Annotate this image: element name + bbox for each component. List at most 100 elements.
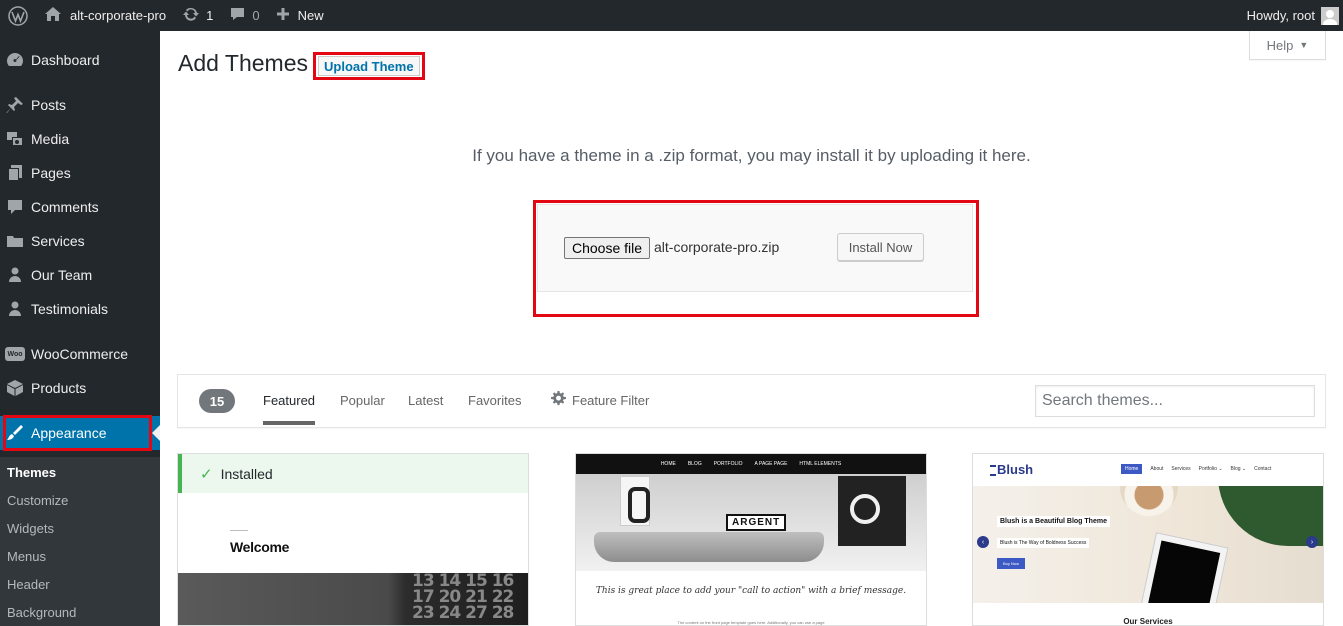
site-name-link[interactable]: alt-corporate-pro	[36, 0, 174, 31]
upload-form: Choose file alt-corporate-pro.zip Instal…	[537, 204, 973, 292]
install-now-button[interactable]: Install Now	[837, 233, 924, 261]
help-tab-button[interactable]: Help ▼	[1249, 31, 1326, 60]
media-icon	[0, 122, 30, 156]
theme-screenshot: 13 14 15 16 17 20 21 22 23 24 27 28	[178, 571, 528, 625]
tab-popular[interactable]: Popular	[340, 393, 385, 408]
sidebar-item-label: Products	[31, 380, 87, 396]
avatar	[1321, 6, 1339, 25]
sidebar-item-media[interactable]: Media	[0, 122, 160, 156]
tab-featured[interactable]: Featured	[263, 393, 316, 425]
submenu-item-themes[interactable]: Themes	[7, 465, 56, 480]
coffee-cup-image	[1120, 486, 1178, 516]
tablet-image	[1139, 532, 1229, 603]
plus-icon	[276, 7, 290, 24]
updates-count: 1	[206, 8, 214, 23]
admin-sidebar: Dashboard Posts Media Pages Comments Ser…	[0, 31, 160, 626]
sidebar-item-label: Media	[31, 131, 70, 147]
preview-nav-item: Home	[1121, 464, 1143, 474]
submenu-item-background[interactable]: Background	[7, 605, 76, 620]
chevron-right-icon: ›	[1306, 536, 1318, 548]
sidebar-item-dashboard[interactable]: Dashboard	[0, 43, 160, 77]
woo-icon: Woo	[0, 337, 30, 371]
site-name-label: alt-corporate-pro	[70, 8, 167, 23]
theme-card-blush[interactable]: Blush Home About Services Portfolio ⌄ Bl…	[972, 453, 1324, 626]
box-icon	[0, 371, 30, 405]
hero-subcaption: Blush is The Way of Boldness Success	[997, 538, 1090, 548]
sidebar-item-label: Posts	[31, 97, 67, 113]
theme-preview-nav: HOME BLOG PORTFOLIO A PAGE PAGE HTML ELE…	[576, 454, 926, 474]
calendar-digits: 13 14 15 16 17 20 21 22 23 24 27 28	[412, 571, 514, 623]
sidebar-item-label: Appearance	[31, 425, 107, 441]
search-themes-input[interactable]	[1035, 385, 1315, 417]
feature-filter-label: Feature Filter	[572, 392, 650, 408]
preview-nav-item: Services	[1171, 466, 1191, 472]
person-icon	[0, 258, 30, 292]
sidebar-item-label: Testimonials	[31, 301, 109, 317]
choose-file-button[interactable]: Choose file	[564, 237, 651, 259]
updates-link[interactable]: 1	[174, 0, 221, 31]
comment-icon	[0, 190, 30, 224]
preview-nav-item: PORTFOLIO	[713, 461, 743, 467]
gear-icon	[551, 391, 566, 409]
sidebar-item-products[interactable]: Products	[0, 371, 160, 405]
theme-logo: Blush	[989, 462, 1034, 477]
upload-theme-button[interactable]: Upload Theme	[318, 56, 420, 76]
preview-nav-item: Contact	[1254, 466, 1272, 472]
selected-file-name: alt-corporate-pro.zip	[654, 239, 780, 255]
theme-card-installed[interactable]: ✓ Installed Welcome 13 14 15 16 17 20 21…	[177, 453, 529, 626]
comment-icon	[229, 6, 246, 25]
submenu-item-header[interactable]: Header	[7, 577, 50, 592]
feature-filter-button[interactable]: Feature Filter	[551, 391, 649, 409]
appearance-submenu: Themes Customize Widgets Menus Header Ba…	[0, 457, 160, 626]
submenu-item-customize[interactable]: Customize	[7, 493, 68, 508]
sidebar-item-posts[interactable]: Posts	[0, 88, 160, 122]
folder-icon	[0, 224, 30, 258]
page-title: Add Themes	[178, 50, 308, 76]
sidebar-item-label: Our Team	[31, 267, 93, 283]
tab-favorites[interactable]: Favorites	[468, 393, 521, 408]
clock-image	[838, 476, 906, 546]
chevron-left-icon: ‹	[977, 536, 989, 548]
theme-card-argent[interactable]: HOME BLOG PORTFOLIO A PAGE PAGE HTML ELE…	[575, 453, 927, 626]
hero-button: Buy Now	[997, 558, 1026, 569]
greeting-label: Howdy, root	[1246, 8, 1315, 23]
admin-bar: alt-corporate-pro 1 0 New Howdy, root	[0, 0, 1343, 31]
sidebar-item-appearance[interactable]: Appearance	[0, 416, 160, 450]
preview-nav-item: Blog ⌄	[1230, 466, 1247, 472]
preview-nav-item: Portfolio ⌄	[1198, 466, 1223, 472]
pages-icon	[0, 156, 30, 190]
submenu-item-menus[interactable]: Menus	[7, 549, 46, 564]
preview-nav-item: About	[1150, 466, 1164, 472]
comments-link[interactable]: 0	[221, 0, 267, 31]
refresh-icon	[182, 6, 200, 25]
dashboard-icon	[0, 43, 30, 77]
chevron-down-icon: ▼	[1299, 40, 1309, 50]
sidebar-item-label: Services	[31, 233, 85, 249]
new-content-link[interactable]: New	[268, 0, 332, 31]
theme-logo: ARGENT	[726, 514, 787, 531]
theme-preview-nav: Home About Services Portfolio ⌄ Blog ⌄ C…	[1121, 464, 1271, 474]
sidebar-item-testimonials[interactable]: Testimonials	[0, 292, 160, 326]
comments-count: 0	[252, 8, 260, 23]
laptop-image	[594, 532, 824, 562]
theme-preview-header: Blush Home About Services Portfolio ⌄ Bl…	[973, 454, 1323, 486]
theme-preview-cta: This is great place to add your "call to…	[595, 586, 907, 596]
sidebar-item-pages[interactable]: Pages	[0, 156, 160, 190]
tab-latest[interactable]: Latest	[408, 393, 443, 408]
hero-caption: Blush is a Beautiful Blog Theme	[997, 516, 1110, 527]
book-image	[620, 476, 650, 526]
sidebar-item-woocommerce[interactable]: Woo WooCommerce	[0, 337, 160, 371]
theme-screenshot: ARGENT	[576, 474, 926, 571]
theme-preview-heading: Welcome	[230, 539, 290, 555]
new-label: New	[297, 8, 324, 23]
divider	[230, 530, 248, 531]
account-menu[interactable]: Howdy, root	[1247, 0, 1343, 31]
help-label: Help	[1266, 37, 1294, 53]
sidebar-item-comments[interactable]: Comments	[0, 190, 160, 224]
sidebar-item-our-team[interactable]: Our Team	[0, 258, 160, 292]
pin-icon	[0, 88, 30, 122]
wordpress-logo-icon[interactable]	[0, 0, 36, 31]
checkmark-icon: ✓	[200, 465, 213, 483]
submenu-item-widgets[interactable]: Widgets	[7, 521, 54, 536]
sidebar-item-services[interactable]: Services	[0, 224, 160, 258]
